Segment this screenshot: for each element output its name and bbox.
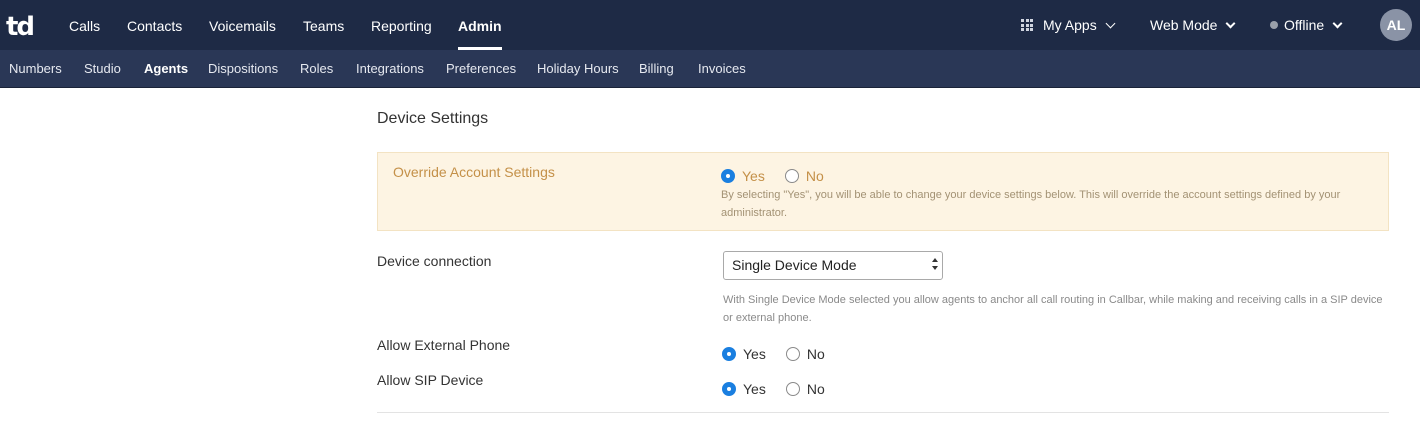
- app-grid-icon: [1021, 19, 1033, 31]
- override-radio-group: Yes No: [721, 168, 844, 184]
- select-arrows-icon: [932, 258, 938, 272]
- chevron-down-icon: [1105, 18, 1116, 28]
- sip-device-no-radio[interactable]: [785, 382, 800, 396]
- override-label: Override Account Settings: [393, 164, 555, 180]
- chevron-down-icon: [1332, 18, 1343, 28]
- subnav-integrations[interactable]: Integrations: [356, 50, 424, 88]
- user-avatar[interactable]: AL: [1380, 9, 1412, 41]
- sip-device-radio-group: Yes No: [722, 381, 845, 397]
- override-help-line-1: By selecting "Yes", you will be able to …: [721, 189, 1341, 201]
- status-menu[interactable]: Offline: [1270, 0, 1343, 50]
- override-no-label[interactable]: No: [806, 168, 824, 184]
- allow-sip-device-label: Allow SIP Device: [377, 372, 484, 388]
- allow-external-phone-label: Allow External Phone: [377, 337, 511, 353]
- admin-sub-navigation: Numbers Studio Agents Dispositions Roles…: [0, 50, 1420, 88]
- subnav-preferences[interactable]: Preferences: [446, 50, 516, 88]
- web-mode-menu[interactable]: Web Mode: [1150, 0, 1236, 50]
- brand-logo[interactable]: td: [6, 12, 35, 42]
- subnav-dispositions[interactable]: Dispositions: [208, 50, 278, 88]
- web-mode-label: Web Mode: [1150, 17, 1218, 33]
- nav-reporting[interactable]: Reporting: [371, 0, 432, 50]
- nav-voicemails[interactable]: Voicemails: [209, 0, 276, 50]
- subnav-invoices[interactable]: Invoices: [698, 50, 746, 88]
- subnav-holiday-hours[interactable]: Holiday Hours: [537, 50, 619, 88]
- override-yes-label[interactable]: Yes: [742, 168, 765, 184]
- sip-device-no-label[interactable]: No: [807, 381, 825, 397]
- subnav-roles[interactable]: Roles: [300, 50, 333, 88]
- external-phone-no-radio[interactable]: [785, 347, 800, 361]
- external-phone-yes-radio[interactable]: [722, 347, 736, 361]
- status-dot-icon: [1270, 21, 1278, 29]
- device-connection-help-line-2: or external phone.: [723, 312, 812, 324]
- override-no-radio[interactable]: [784, 169, 799, 183]
- top-navigation-bar: td Calls Contacts Voicemails Teams Repor…: [0, 0, 1420, 50]
- chevron-down-icon: [1226, 18, 1236, 28]
- device-connection-help: With Single Device Mode selected you all…: [723, 291, 1383, 327]
- external-phone-yes-label[interactable]: Yes: [743, 346, 766, 362]
- nav-calls[interactable]: Calls: [69, 0, 100, 50]
- my-apps-label: My Apps: [1043, 17, 1097, 33]
- override-help-line-2: administrator.: [721, 207, 788, 219]
- sip-device-yes-label[interactable]: Yes: [743, 381, 766, 397]
- my-apps-menu[interactable]: My Apps: [1021, 0, 1116, 50]
- override-account-settings-box: Override Account Settings Yes No By sele…: [377, 152, 1389, 231]
- subnav-studio[interactable]: Studio: [84, 50, 121, 88]
- nav-contacts[interactable]: Contacts: [127, 0, 182, 50]
- section-divider: [377, 412, 1389, 413]
- status-label: Offline: [1284, 17, 1325, 33]
- nav-admin[interactable]: Admin: [458, 0, 502, 50]
- subnav-agents[interactable]: Agents: [144, 50, 188, 88]
- device-connection-label: Device connection: [377, 253, 492, 269]
- device-connection-help-line-1: With Single Device Mode selected you all…: [723, 294, 1383, 306]
- section-title: Device Settings: [377, 110, 489, 127]
- override-help-text: By selecting "Yes", you will be able to …: [721, 186, 1340, 222]
- sip-device-yes-radio[interactable]: [722, 382, 736, 396]
- subnav-numbers[interactable]: Numbers: [9, 50, 62, 88]
- override-yes-radio[interactable]: [721, 169, 735, 183]
- subnav-billing[interactable]: Billing: [639, 50, 674, 88]
- nav-teams[interactable]: Teams: [303, 0, 344, 50]
- external-phone-no-label[interactable]: No: [807, 346, 825, 362]
- device-connection-value: Single Device Mode: [732, 257, 857, 273]
- device-connection-select[interactable]: Single Device Mode: [723, 251, 943, 280]
- external-phone-radio-group: Yes No: [722, 346, 845, 362]
